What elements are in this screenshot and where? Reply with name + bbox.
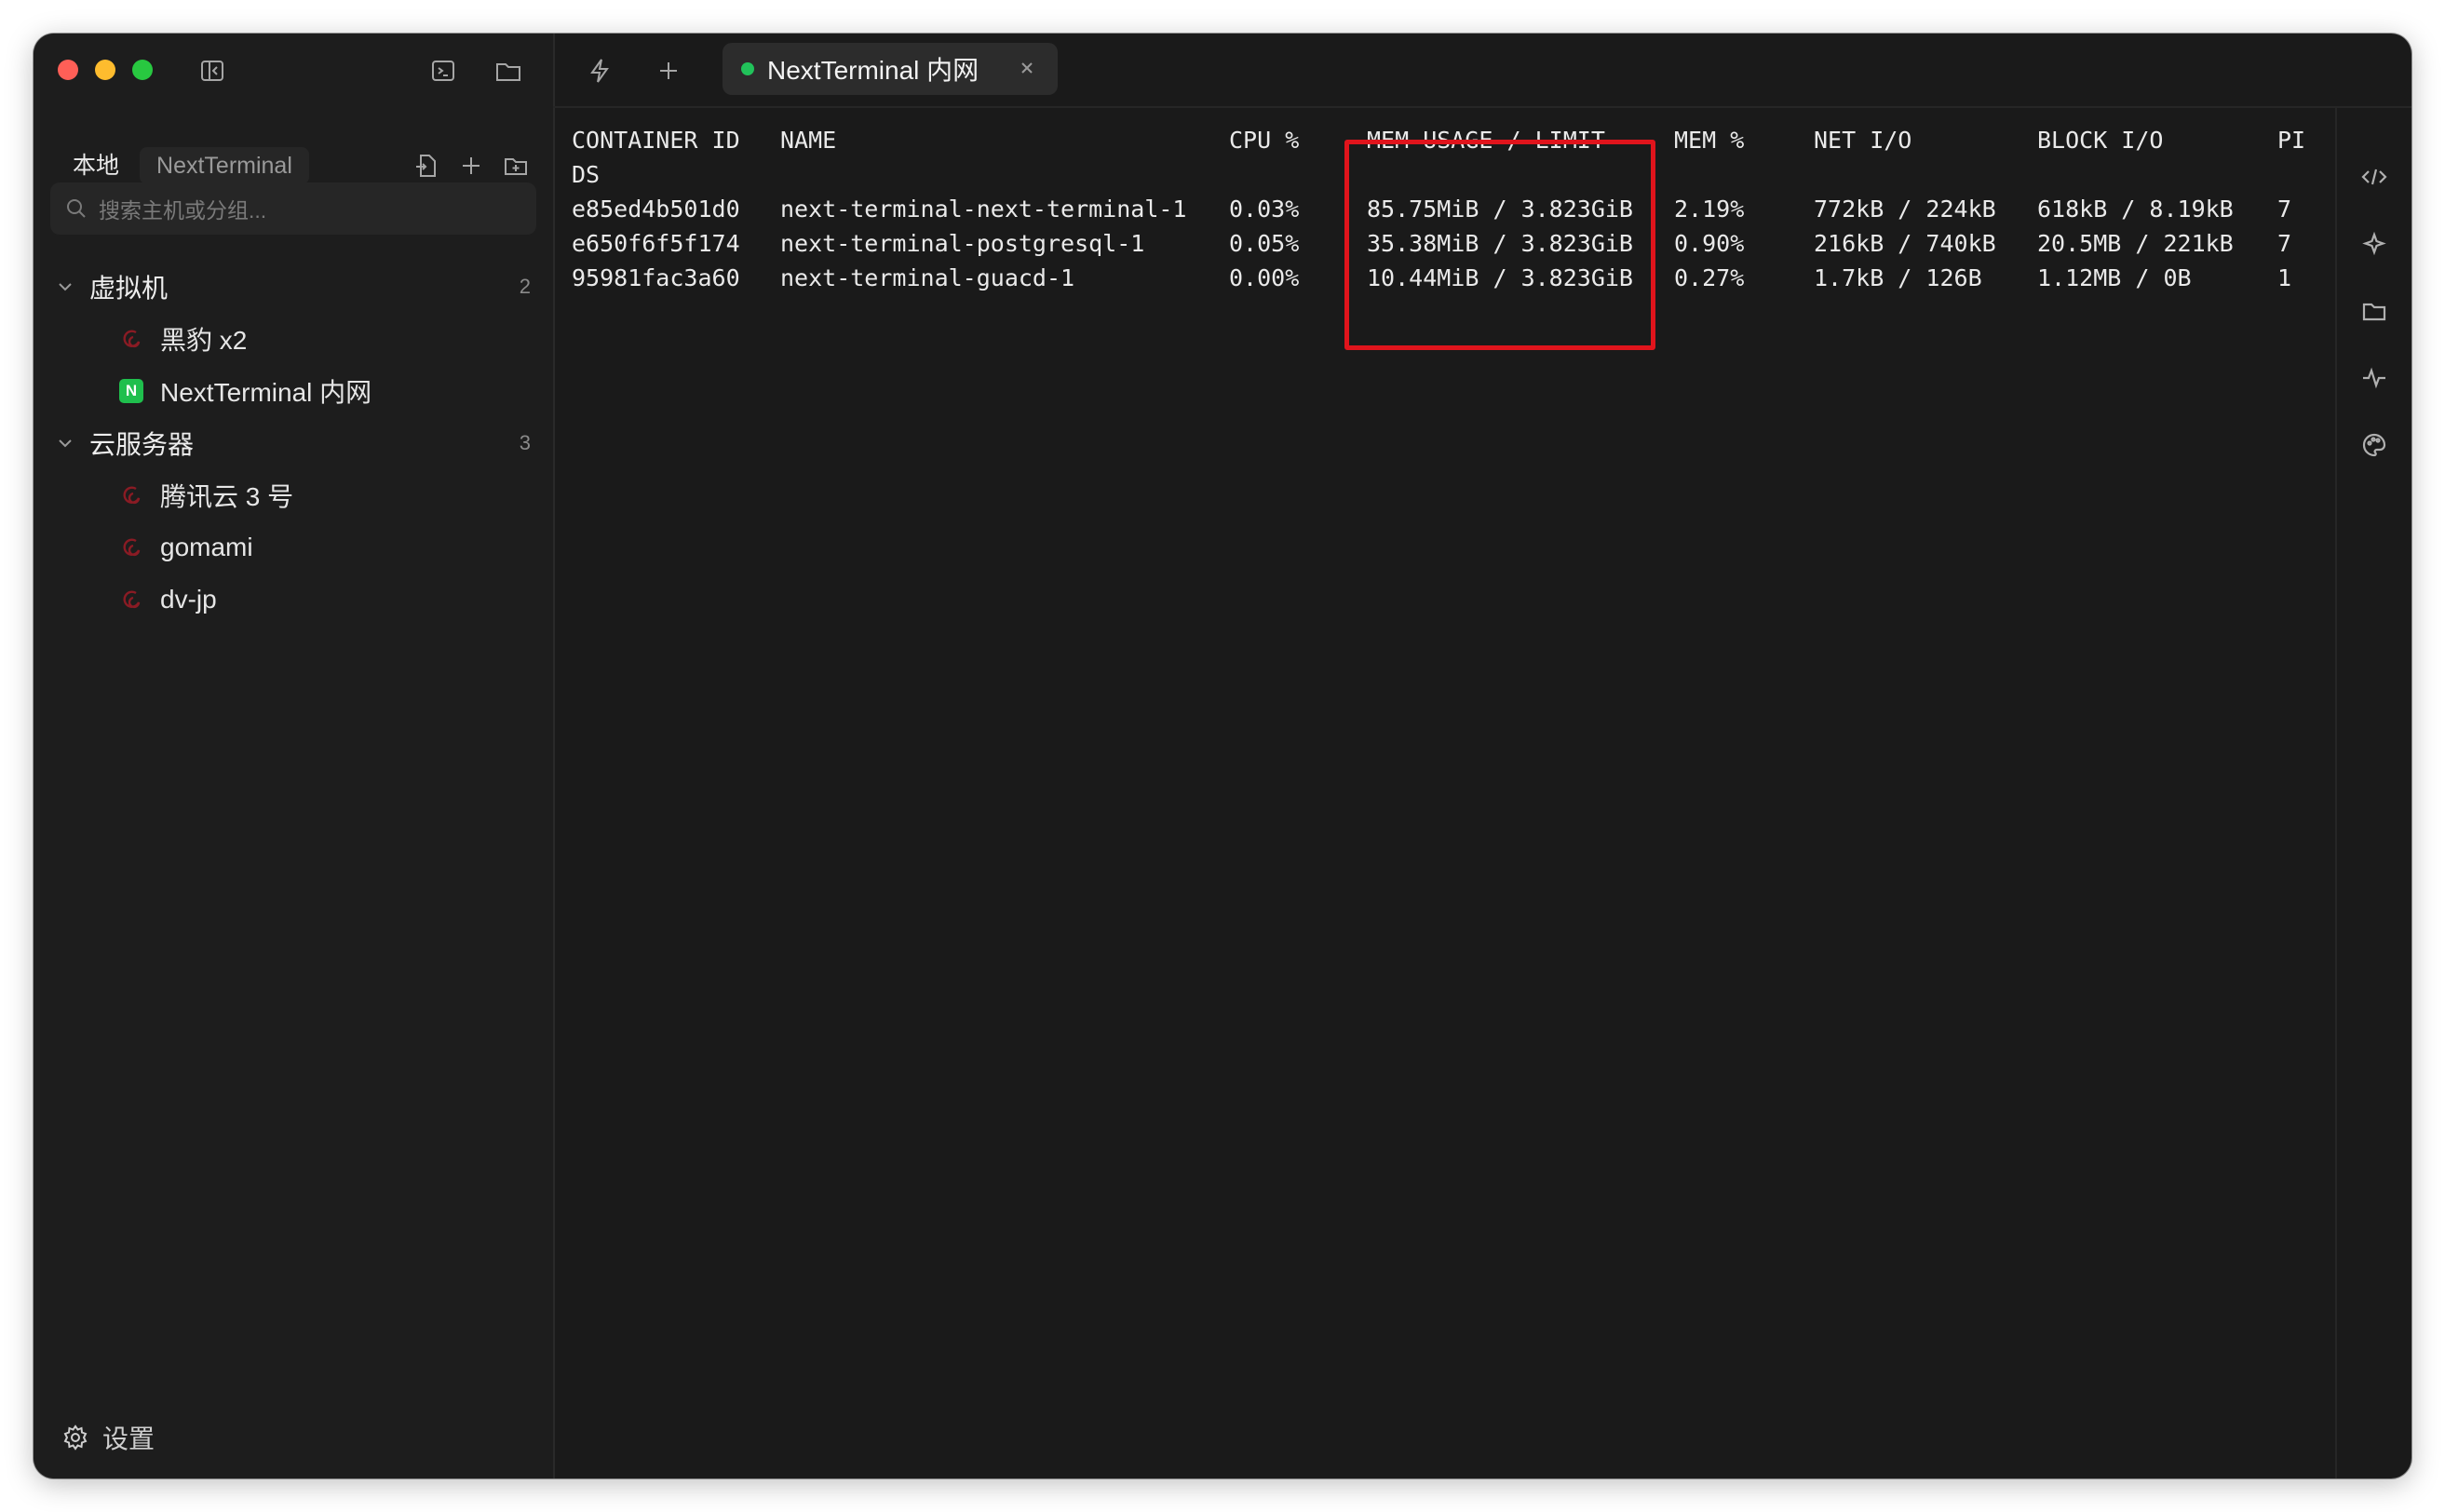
debian-swirl-icon — [119, 483, 143, 507]
search-placeholder: 搜索主机或分组... — [99, 198, 267, 223]
chevron-down-icon — [56, 277, 74, 301]
tab-label: NextTerminal 内网 — [767, 56, 979, 85]
search-input[interactable]: 搜索主机或分组... — [50, 182, 536, 235]
new-tab-icon[interactable] — [650, 52, 687, 89]
mem-usage-highlight-box — [1344, 140, 1655, 350]
lightning-icon[interactable] — [581, 52, 618, 89]
app-window: 本地 NextTerminal 搜索主机或分组... 虚拟机 2 黑豹 x2 N… — [34, 34, 2411, 1478]
gear-icon — [61, 1424, 89, 1451]
debian-swirl-icon — [119, 327, 143, 351]
tab-nextterminal-intranet[interactable]: NextTerminal 内网 — [723, 43, 1058, 95]
tab-bar: NextTerminal 内网 — [553, 34, 2411, 108]
activity-icon[interactable] — [2337, 359, 2411, 397]
nextterminal-n-icon: N — [119, 379, 143, 403]
cell-container-id: e85ed4b501d0 — [572, 196, 740, 223]
host-item[interactable]: 腾讯云 3 号 — [34, 469, 553, 521]
import-icon[interactable] — [410, 149, 443, 182]
cell-pids: 1 — [2277, 264, 2292, 291]
group-name: 云服务器 — [89, 430, 195, 459]
cell-cpu: 0.03% — [1229, 196, 1300, 223]
cell-container-id: e650f6f5f174 — [572, 230, 740, 257]
maximize-window-button[interactable] — [132, 60, 153, 80]
group-count: 3 — [519, 431, 531, 454]
cell-pids: 7 — [2277, 230, 2292, 257]
folder-icon[interactable] — [490, 52, 527, 89]
add-host-icon[interactable] — [454, 149, 488, 182]
cell-cpu: 0.05% — [1229, 230, 1300, 257]
cell-name: next-terminal-next-terminal-1 — [780, 196, 1187, 223]
cell-block-io: 618kB / 8.19kB — [2037, 196, 2234, 223]
header-cpu: CPU % — [1229, 127, 1300, 154]
host-name: gomami — [160, 533, 253, 561]
host-item[interactable]: N NextTerminal 内网 — [34, 365, 553, 417]
connection-status-dot — [741, 62, 754, 75]
cell-mem-percent: 2.19% — [1674, 196, 1745, 223]
host-item[interactable]: gomami — [34, 521, 553, 574]
cell-name: next-terminal-guacd-1 — [780, 264, 1075, 291]
cell-cpu: 0.00% — [1229, 264, 1300, 291]
add-folder-icon[interactable] — [499, 149, 533, 182]
group-cloud-servers[interactable]: 云服务器 3 — [34, 417, 553, 469]
host-item[interactable]: 黑豹 x2 — [34, 313, 553, 365]
cell-mem-percent: 0.90% — [1674, 230, 1745, 257]
host-name: NextTerminal 内网 — [160, 378, 372, 407]
host-tree: 虚拟机 2 黑豹 x2 N NextTerminal 内网 云服务器 3 腾讯云… — [34, 261, 553, 626]
minimize-window-button[interactable] — [95, 60, 115, 80]
debian-swirl-icon — [119, 587, 143, 612]
settings-button[interactable]: 设置 — [61, 1419, 155, 1456]
cell-mem-percent: 0.27% — [1674, 264, 1745, 291]
cell-net-io: 772kB / 224kB — [1814, 196, 1996, 223]
cell-net-io: 1.7kB / 126B — [1814, 264, 1982, 291]
cell-name: next-terminal-postgresql-1 — [780, 230, 1145, 257]
code-icon[interactable] — [2337, 158, 2411, 196]
header-block-io: BLOCK I/O — [2037, 127, 2164, 154]
cell-block-io: 20.5MB / 221kB — [2037, 230, 2234, 257]
host-name: 黑豹 x2 — [160, 326, 248, 355]
header-name: NAME — [780, 127, 837, 154]
cell-container-id: 95981fac3a60 — [572, 264, 740, 291]
search-icon — [65, 197, 88, 220]
header-mem-percent: MEM % — [1674, 127, 1745, 154]
header-net-io: NET I/O — [1814, 127, 1912, 154]
cell-pids: 7 — [2277, 196, 2292, 223]
header-wrap-text: DS — [572, 161, 601, 188]
terminal-icon[interactable] — [425, 52, 462, 89]
header-pids: PI — [2277, 127, 2306, 154]
close-icon[interactable] — [1017, 58, 1037, 83]
sidebar: 本地 NextTerminal 搜索主机或分组... 虚拟机 2 黑豹 x2 N… — [34, 34, 555, 1478]
host-name: 腾讯云 3 号 — [160, 482, 294, 511]
palette-icon[interactable] — [2337, 426, 2411, 464]
close-window-button[interactable] — [58, 60, 78, 80]
host-name: dv-jp — [160, 585, 217, 614]
tab-local[interactable]: 本地 — [56, 147, 140, 184]
header-container-id: CONTAINER ID — [572, 127, 740, 154]
window-controls — [58, 60, 153, 80]
right-toolbar — [2335, 106, 2411, 1478]
group-name: 虚拟机 — [89, 274, 169, 303]
sparkle-icon[interactable] — [2337, 225, 2411, 263]
group-count: 2 — [519, 275, 531, 298]
host-item[interactable]: dv-jp — [34, 574, 553, 626]
group-virtual-machines[interactable]: 虚拟机 2 — [34, 261, 553, 313]
cell-net-io: 216kB / 740kB — [1814, 230, 1996, 257]
settings-label: 设置 — [102, 1424, 155, 1453]
chevron-down-icon — [56, 434, 74, 457]
debian-swirl-icon — [119, 535, 143, 560]
toggle-sidebar-icon[interactable] — [194, 52, 231, 89]
cell-block-io: 1.12MB / 0B — [2037, 264, 2192, 291]
folder-icon[interactable] — [2337, 292, 2411, 330]
sidebar-tabs: 本地 NextTerminal — [56, 147, 309, 184]
tab-nextterminal[interactable]: NextTerminal — [140, 147, 309, 184]
